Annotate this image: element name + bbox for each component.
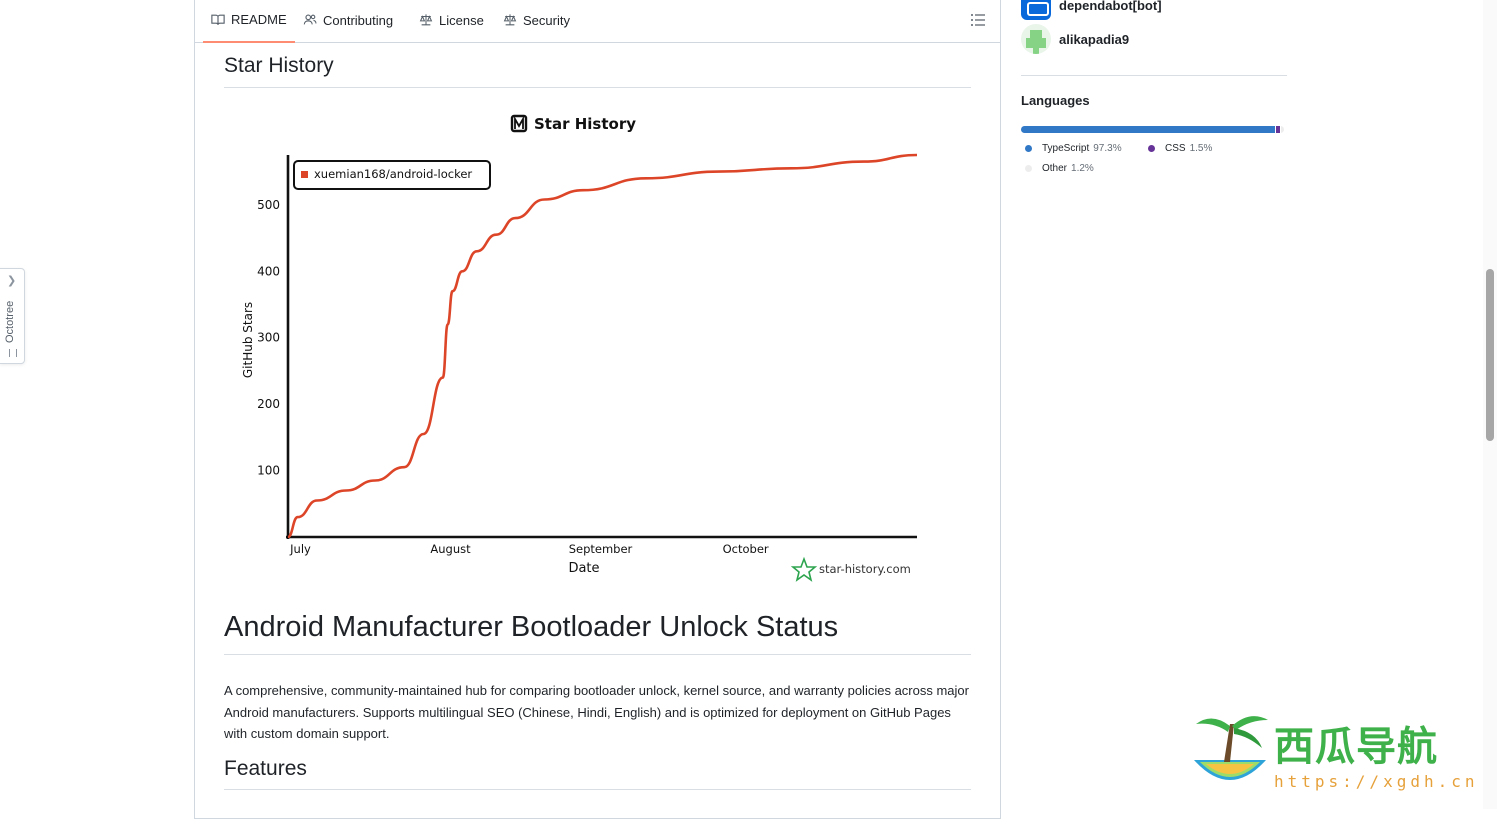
contributor-name[interactable]: dependabot[bot] [1059,0,1162,13]
divider [224,654,971,655]
language-name: TypeScript [1042,143,1090,154]
star-history-logo-mark [514,115,524,129]
watermark-url: https://xgdh.cn [1274,772,1479,791]
star-history-chart[interactable]: Star History 100 200 300 400 500 July August Se… [222,100,942,590]
x-tick-label: July [289,542,311,556]
legend-label: xuemian168/android-locker [314,167,472,181]
tab-label: License [439,12,484,28]
language-item[interactable]: Other 1.2% [1025,163,1094,174]
language-item[interactable]: TypeScript 97.3% [1025,143,1122,154]
scrollbar[interactable] [1483,0,1497,809]
language-percent: 1.2% [1071,163,1094,174]
watermelon-logo-icon [1194,716,1268,780]
features-heading: Features [224,757,307,780]
language-dot [1025,145,1032,152]
drag-handle-icon[interactable] [9,349,17,357]
page-title: Android Manufacturer Bootloader Unlock S… [224,611,839,643]
tab-label: README [231,12,287,27]
language-bar-segment [1275,126,1280,133]
y-axis-label: GitHub Stars [241,302,255,378]
tab-contributing[interactable]: Contributing [295,0,401,42]
description-text: A comprehensive, community-maintained hu… [224,683,969,741]
watermark: 西瓜导航 https://xgdh.cn [1190,710,1480,800]
series-line [287,153,918,539]
y-tick-label: 300 [257,331,280,345]
x-tick-label: September [569,542,633,556]
language-percent: 1.5% [1189,143,1213,154]
x-tick-label: August [430,542,471,556]
star-icon [790,556,818,582]
tab-label: Security [523,12,570,28]
credit-link[interactable]: star-history.com [819,562,911,576]
list-unordered-icon[interactable] [970,12,986,28]
plot-area: 100 200 300 400 500 July August September Octobe… [257,153,918,556]
divider [224,87,971,88]
divider [1021,75,1287,76]
readme-tabs: README Contributing License Security [195,0,1000,43]
people-icon [303,14,317,25]
languages-bar [1021,126,1284,133]
law-icon [419,14,433,26]
contributor-item[interactable]: alikapadia9 [1021,24,1129,54]
language-item[interactable]: CSS 1.5% [1148,143,1212,154]
scrollbar-thumb[interactable] [1486,269,1494,441]
avatar [1021,0,1051,20]
contributor-name[interactable]: alikapadia9 [1059,32,1129,47]
tab-license[interactable]: License [411,0,492,42]
octotree-toggle[interactable]: ❯ Octotree [0,268,25,364]
language-dot [1148,145,1155,152]
legend-swatch [301,171,308,178]
language-name: Other [1042,163,1068,174]
star-history-heading: Star History [224,54,334,77]
tab-label: Contributing [323,12,394,28]
law-icon [503,14,517,26]
language-percent: 97.3% [1093,143,1122,154]
chart-credit[interactable]: star-history.com [790,556,911,582]
y-tick-label: 200 [257,397,280,411]
language-bar-segment [1280,126,1284,133]
octotree-label: Octotree [4,300,16,343]
y-tick-label: 500 [257,198,280,212]
tab-readme[interactable]: README [203,0,295,43]
language-name: CSS [1165,143,1186,154]
star-history-logo-icon [510,114,528,133]
avatar [1021,24,1051,54]
divider [224,789,971,790]
languages-heading: Languages [1021,93,1090,108]
book-icon [211,14,225,25]
language-bar-segment [1021,126,1275,133]
y-tick-label: 400 [257,264,280,278]
chart-title: Star History [534,115,636,133]
chevron-right-icon: ❯ [7,275,17,287]
watermark-text: 西瓜导航 [1274,724,1438,770]
contributor-item[interactable]: dependabot[bot] [1021,0,1162,20]
x-axis-label: Date [568,561,599,576]
x-tick-label: October [723,542,769,556]
tab-security[interactable]: Security [495,0,578,42]
y-tick-label: 100 [257,464,280,478]
language-dot [1025,165,1032,172]
chart-legend: xuemian168/android-locker [293,160,491,190]
chart-title-group: Star History [510,114,636,133]
